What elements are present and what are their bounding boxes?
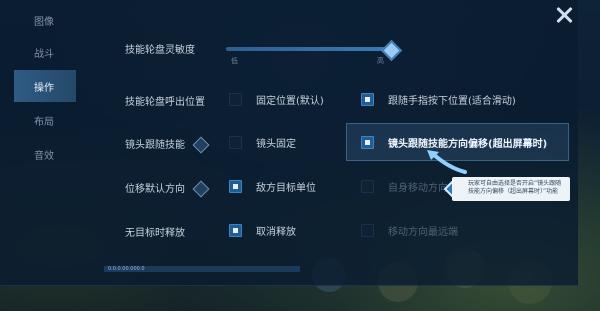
info-icon[interactable] [192, 180, 210, 198]
move-direction-option-enemy[interactable]: 敌方目标单位 [229, 179, 316, 194]
option-label: 移动方向最远端 [388, 227, 458, 238]
settings-panel: 图像 战斗 操作 布局 音效 技能轮盘灵敏度 低 高 技能轮盘呼出位置 固定位置… [0, 0, 578, 286]
no-target-option-cancel[interactable]: 取消释放 [229, 223, 296, 238]
checkbox [229, 136, 242, 149]
option-label: 跟随手指按下位置(适合滑动) [388, 96, 516, 107]
checkbox [361, 93, 374, 106]
option-label: 镜头跟随技能方向偏移(超出屏幕时) [388, 139, 548, 150]
no-target-option-far[interactable]: 移动方向最远端 [361, 223, 458, 238]
info-icon[interactable] [192, 136, 210, 154]
settings-tabs: 图像 战斗 操作 布局 音效 [14, 6, 76, 172]
tab-combat[interactable]: 战斗 [14, 36, 76, 68]
sensitivity-label: 技能轮盘灵敏度 [125, 45, 195, 56]
sensitivity-slider[interactable] [226, 47, 391, 51]
tooltip-box: 玩家可自由选择是否开启“镜头跟随技能方向偏移（超出屏幕时）”功能 [452, 177, 570, 201]
wheel-position-option-follow[interactable]: 跟随手指按下位置(适合滑动) [361, 92, 516, 107]
option-label: 敌方目标单位 [256, 183, 316, 194]
camera-option-fixed[interactable]: 镜头固定 [229, 135, 296, 150]
option-label: 镜头固定 [256, 139, 296, 150]
tab-controls[interactable]: 操作 [14, 70, 76, 102]
move-direction-label: 位移默认方向 [125, 180, 210, 198]
move-direction-option-self[interactable]: 自身移动方向 [361, 179, 448, 194]
close-icon[interactable] [555, 6, 573, 24]
tab-sound[interactable]: 音效 [14, 138, 76, 170]
no-target-release-label: 无目标时释放 [125, 228, 185, 239]
checkbox [229, 180, 242, 193]
camera-follow-label-text: 镜头跟随技能 [125, 140, 185, 151]
option-label: 取消释放 [256, 227, 296, 238]
camera-follow-label: 镜头跟随技能 [125, 136, 210, 154]
tab-label: 布局 [34, 116, 54, 128]
tab-label: 操作 [34, 82, 54, 94]
checkbox [229, 93, 242, 106]
checkbox [229, 224, 242, 237]
version-bar: 0.0.0.00.000.0 [104, 266, 300, 272]
tab-graphics[interactable]: 图像 [14, 6, 76, 34]
option-label: 固定位置(默认) [256, 96, 324, 107]
tab-layout[interactable]: 布局 [14, 104, 76, 136]
tab-label: 音效 [34, 150, 54, 162]
pointer-arrow-icon [427, 150, 467, 174]
tab-label: 图像 [34, 16, 54, 28]
move-direction-label-text: 位移默认方向 [125, 184, 185, 195]
checkbox [361, 136, 374, 149]
tab-label: 战斗 [34, 48, 54, 60]
checkbox [361, 224, 374, 237]
slider-min-label: 低 [231, 57, 238, 65]
wheel-position-option-fixed[interactable]: 固定位置(默认) [229, 92, 324, 107]
wheel-position-label: 技能轮盘呼出位置 [125, 97, 205, 108]
slider-max-label: 高 [377, 57, 384, 65]
sensitivity-slider-thumb[interactable] [380, 39, 403, 62]
option-label: 自身移动方向 [388, 183, 448, 194]
checkbox [361, 180, 374, 193]
